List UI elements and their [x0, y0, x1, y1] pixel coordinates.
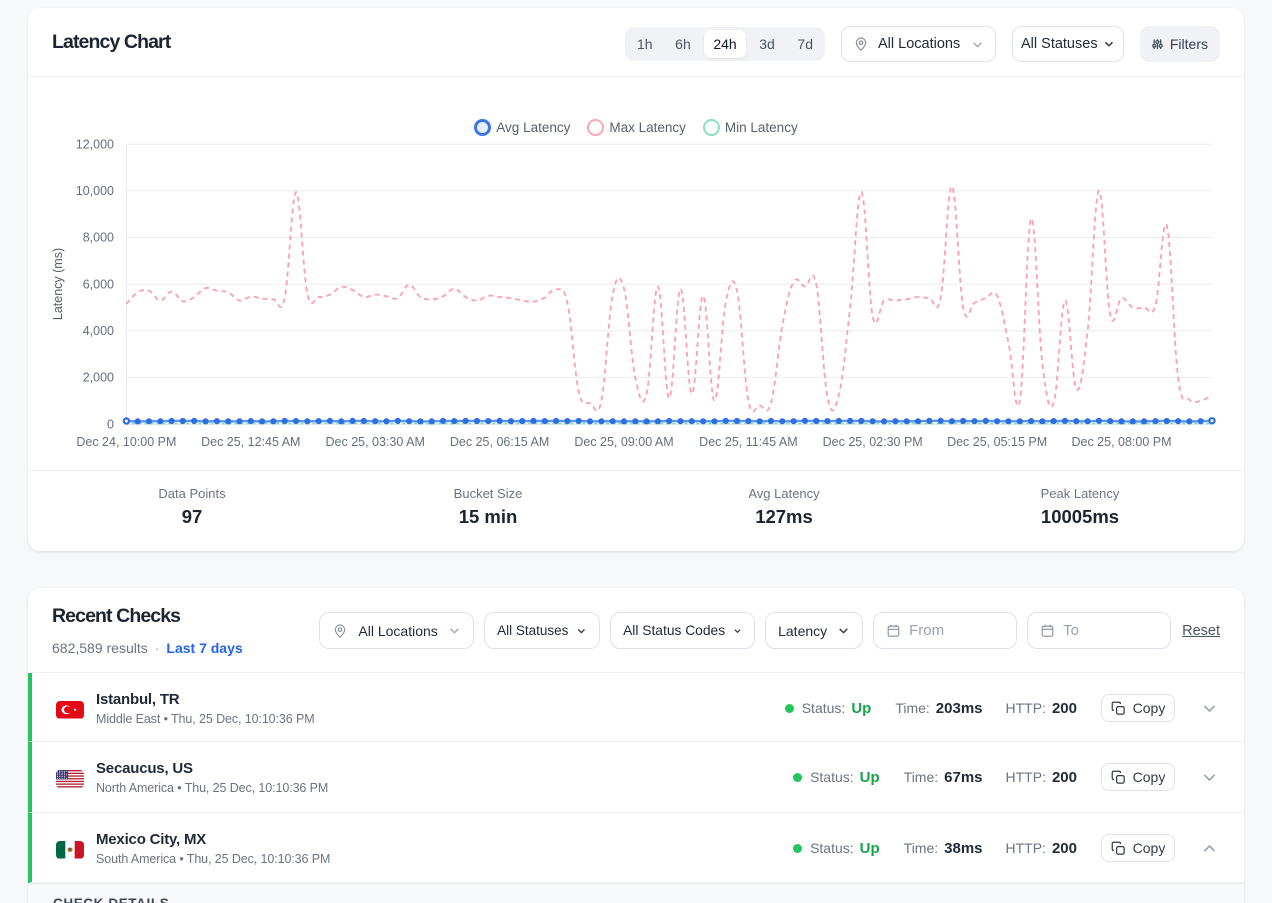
svg-text:Dec 24, 10:00 PM: Dec 24, 10:00 PM — [76, 435, 176, 449]
svg-text:Dec 25, 09:00 AM: Dec 25, 09:00 AM — [574, 435, 673, 449]
svg-text:12,000: 12,000 — [76, 137, 114, 151]
svg-text:Dec 25, 08:00 PM: Dec 25, 08:00 PM — [1071, 435, 1171, 449]
svg-text:Dec 25, 11:45 AM: Dec 25, 11:45 AM — [699, 435, 797, 449]
svg-text:Dec 25, 06:15 AM: Dec 25, 06:15 AM — [450, 435, 549, 449]
svg-text:Dec 25, 12:45 AM: Dec 25, 12:45 AM — [201, 435, 300, 449]
svg-text:2,000: 2,000 — [83, 371, 114, 385]
svg-text:10,000: 10,000 — [76, 184, 114, 198]
svg-text:6,000: 6,000 — [83, 277, 114, 291]
svg-text:4,000: 4,000 — [83, 324, 114, 338]
svg-text:8,000: 8,000 — [83, 231, 114, 245]
svg-text:Latency (ms): Latency (ms) — [51, 248, 65, 320]
svg-text:Dec 25, 05:15 PM: Dec 25, 05:15 PM — [947, 435, 1047, 449]
svg-text:Dec 25, 02:30 PM: Dec 25, 02:30 PM — [823, 435, 923, 449]
svg-text:Dec 25, 03:30 AM: Dec 25, 03:30 AM — [326, 435, 425, 449]
svg-text:0: 0 — [107, 417, 114, 431]
